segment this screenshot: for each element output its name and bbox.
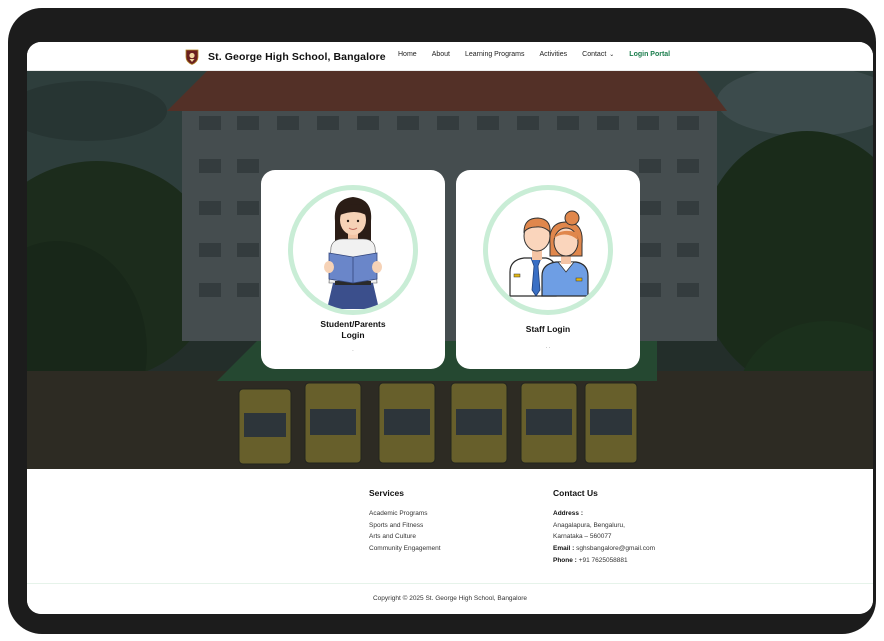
address-label: Address : — [553, 510, 583, 517]
nav-login-portal[interactable]: Login Portal — [629, 51, 670, 58]
phone-value[interactable]: +91 7625058881 — [579, 557, 628, 564]
nav-activities[interactable]: Activities — [540, 51, 568, 58]
staff-avatar-ring — [483, 185, 613, 315]
footer: Services Academic Programs Sports and Fi… — [27, 469, 873, 614]
school-crest-icon — [185, 49, 199, 65]
student-card-footnote: . — [352, 347, 354, 353]
brand[interactable]: St. George High School, Bangalore — [185, 48, 386, 65]
email-row: Email : sghsbangalore@gmail.com — [553, 543, 655, 555]
address-label-row: Address : — [553, 508, 655, 520]
staff-login-label: Staff Login — [525, 324, 571, 334]
address-line-1: Anagalapura, Bengaluru, — [553, 521, 625, 529]
phone-row: Phone : +91 7625058881 — [553, 555, 655, 567]
service-link-academic-programs[interactable]: Academic Programs — [369, 508, 441, 520]
email-label: Email : — [553, 545, 575, 553]
service-link-arts-culture[interactable]: Arts and Culture — [369, 531, 441, 543]
nav-contact[interactable]: Contact ⌄ — [582, 51, 614, 58]
screen: St. George High School, Bangalore Home A… — [27, 42, 873, 614]
chevron-down-icon: ⌄ — [609, 52, 615, 58]
student-reading-icon — [324, 197, 382, 309]
staff-login-card[interactable]: Staff Login . . — [456, 170, 640, 369]
hero-section: Student/Parents Login . Staff Login . . — [27, 71, 873, 469]
footer-divider — [27, 583, 873, 584]
navbar: St. George High School, Bangalore Home A… — [27, 42, 873, 71]
services-column: Services Academic Programs Sports and Fi… — [369, 488, 441, 555]
nav-learning-programs[interactable]: Learning Programs — [465, 51, 525, 58]
phone-label: Phone : — [553, 556, 577, 564]
copyright: Copyright © 2025 St. George High School,… — [372, 595, 528, 602]
nav-links: Home About Learning Programs Activities … — [398, 51, 670, 58]
student-avatar-ring — [288, 185, 418, 315]
student-login-label: Student/Parents Login — [320, 319, 386, 340]
services-title: Services — [369, 488, 404, 498]
service-link-sports-fitness[interactable]: Sports and Fitness — [369, 520, 441, 532]
staff-card-footnote: . . — [545, 344, 551, 350]
nav-home[interactable]: Home — [398, 51, 417, 58]
contact-title: Contact Us — [553, 488, 598, 498]
nav-about[interactable]: About — [432, 51, 450, 58]
hero-overlay — [27, 71, 873, 469]
service-link-community-engagement[interactable]: Community Engagement — [369, 543, 441, 555]
contact-column: Contact Us Address : Anagalapura, Bengal… — [553, 488, 655, 567]
email-value[interactable]: sghsbangalore@gmail.com — [576, 545, 655, 552]
brand-name: St. George High School, Bangalore — [208, 50, 386, 63]
address-line-2: Karnataka – 560077 — [553, 533, 612, 541]
student-parents-login-card[interactable]: Student/Parents Login . — [261, 170, 445, 369]
tablet-frame: St. George High School, Bangalore Home A… — [8, 8, 876, 634]
staff-members-icon — [509, 210, 589, 297]
nav-contact-label: Contact — [582, 51, 607, 58]
